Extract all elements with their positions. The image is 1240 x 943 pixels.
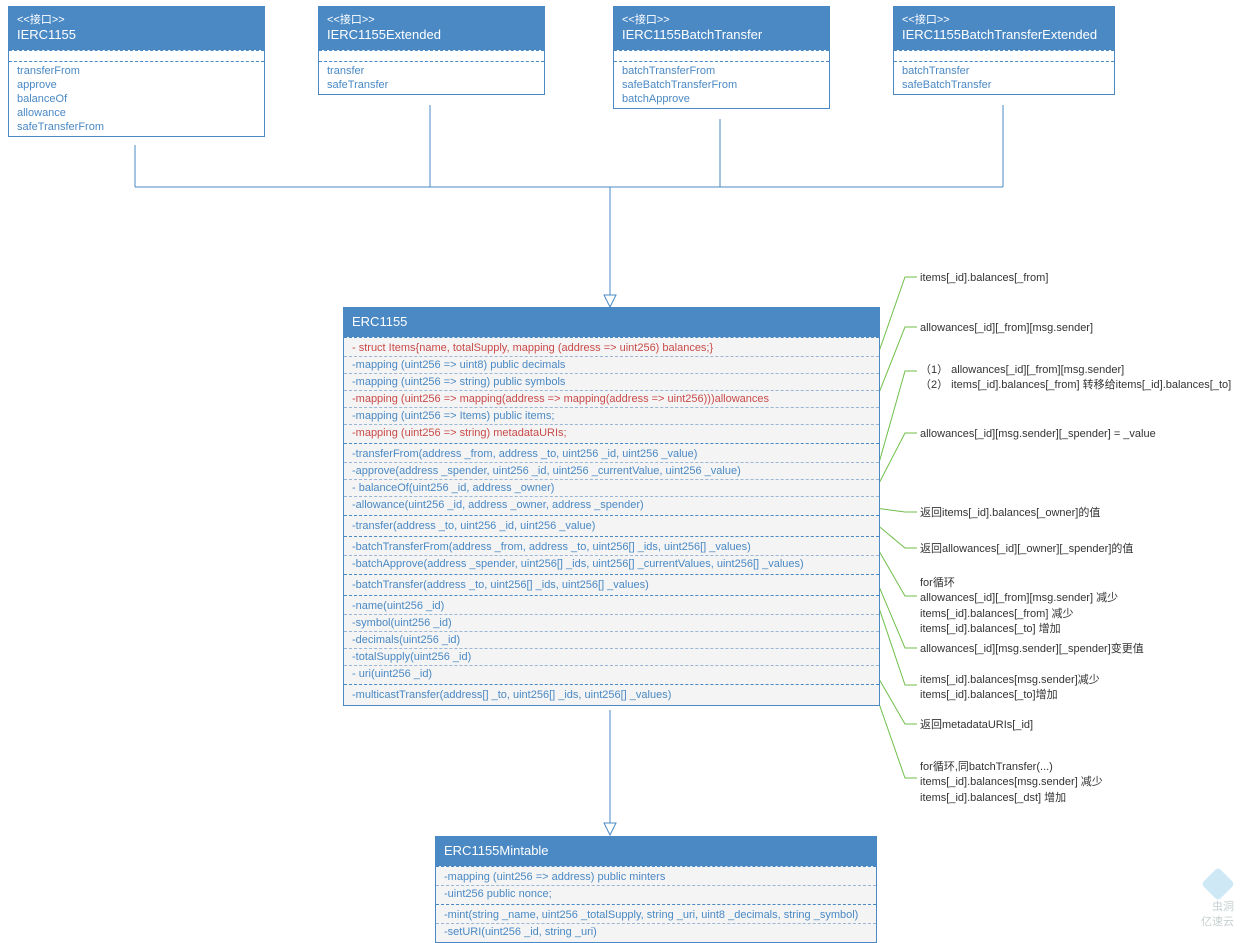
class-erc1155: ERC1155 - struct Items{name, totalSupply… bbox=[343, 307, 880, 706]
method: safeTransfer bbox=[319, 78, 544, 92]
annotation-line: 返回metadataURIs[_id] bbox=[920, 718, 1033, 733]
method: -decimals(uint256 _id) bbox=[344, 632, 879, 649]
field: -mapping (uint256 => mapping(address => … bbox=[344, 391, 879, 408]
method: batchTransfer bbox=[894, 64, 1114, 78]
annotation-line: items[_id].balances[_from] bbox=[920, 271, 1048, 286]
class-erc1155mintable: ERC1155Mintable -mapping (uint256 => add… bbox=[435, 836, 877, 943]
annotation-note: （1） allowances[_id][_from][msg.sender]（2… bbox=[920, 363, 1231, 394]
iface-ierc1155batchtransfer: <<接口>>IERC1155BatchTransfer batchTransfe… bbox=[613, 6, 830, 109]
iface-ierc1155: <<接口>>IERC1155 transferFrom approve bala… bbox=[8, 6, 265, 137]
annotation-line: allowances[_id][msg.sender][_spender]变更值 bbox=[920, 642, 1144, 657]
method: transfer bbox=[319, 64, 544, 78]
annotation-note: items[_id].balances[msg.sender]减少items[_… bbox=[920, 673, 1100, 704]
method: -transfer(address _to, uint256 _id, uint… bbox=[344, 518, 879, 534]
method: -name(uint256 _id) bbox=[344, 598, 879, 615]
method: safeBatchTransferFrom bbox=[614, 78, 829, 92]
method: -multicastTransfer(address[] _to, uint25… bbox=[344, 687, 879, 703]
annotation-line: allowances[_id][_from][msg.sender] bbox=[920, 321, 1093, 336]
annotation-line: items[_id].balances[_to]增加 bbox=[920, 688, 1100, 703]
class-name: IERC1155 bbox=[17, 27, 256, 44]
annotation-line: （2） items[_id].balances[_from] 转移给items[… bbox=[920, 378, 1231, 393]
method: - uri(uint256 _id) bbox=[344, 666, 879, 682]
method: -setURI(uint256 _id, string _uri) bbox=[436, 924, 876, 940]
annotation-note: allowances[_id][_from][msg.sender] bbox=[920, 321, 1093, 336]
annotation-line: 返回items[_id].balances[_owner]的值 bbox=[920, 506, 1100, 521]
method: batchApprove bbox=[614, 92, 829, 106]
method: batchTransferFrom bbox=[614, 64, 829, 78]
method: balanceOf bbox=[9, 92, 264, 106]
field: -mapping (uint256 => uint8) public decim… bbox=[344, 357, 879, 374]
annotation-note: 返回items[_id].balances[_owner]的值 bbox=[920, 506, 1100, 521]
method: -approve(address _spender, uint256 _id, … bbox=[344, 463, 879, 480]
annotation-line: items[_id].balances[msg.sender]减少 bbox=[920, 673, 1100, 688]
annotation-line: （1） allowances[_id][_from][msg.sender] bbox=[920, 363, 1231, 378]
watermark: 虫洞 亿速云 bbox=[1201, 872, 1234, 929]
annotation-note: 返回metadataURIs[_id] bbox=[920, 718, 1033, 733]
class-name: ERC1155 bbox=[352, 314, 871, 331]
field: - struct Items{name, totalSupply, mappin… bbox=[344, 340, 879, 357]
annotation-note: for循环,同batchTransfer(...)items[_id].bala… bbox=[920, 760, 1103, 806]
method: -totalSupply(uint256 _id) bbox=[344, 649, 879, 666]
field: -mapping (uint256 => address) public min… bbox=[436, 869, 876, 886]
annotation-note: for循环allowances[_id][_from][msg.sender] … bbox=[920, 576, 1118, 638]
annotation-line: items[_id].balances[msg.sender] 减少 bbox=[920, 775, 1103, 790]
annotation-line: 返回allowances[_id][_owner][_spender]的值 bbox=[920, 542, 1133, 557]
annotation-line: for循环 bbox=[920, 576, 1118, 591]
method: -batchTransferFrom(address _from, addres… bbox=[344, 539, 879, 556]
method: -batchApprove(address _spender, uint256[… bbox=[344, 556, 879, 572]
field-list: - struct Items{name, totalSupply, mappin… bbox=[344, 337, 879, 443]
method: -symbol(uint256 _id) bbox=[344, 615, 879, 632]
method-group: -transferFrom(address _from, address _to… bbox=[344, 443, 879, 515]
method: approve bbox=[9, 78, 264, 92]
method: -transferFrom(address _from, address _to… bbox=[344, 446, 879, 463]
annotation-note: allowances[_id][msg.sender][_spender]变更值 bbox=[920, 642, 1144, 657]
annotation-line: allowances[_id][msg.sender][_spender] = … bbox=[920, 427, 1156, 442]
annotation-line: items[_id].balances[_dst] 增加 bbox=[920, 791, 1103, 806]
annotation-note: items[_id].balances[_from] bbox=[920, 271, 1048, 286]
annotation-line: allowances[_id][_from][msg.sender] 减少 bbox=[920, 591, 1118, 606]
method: - balanceOf(uint256 _id, address _owner) bbox=[344, 480, 879, 497]
iface-ierc1155batchtransferextended: <<接口>>IERC1155BatchTransferExtended batc… bbox=[893, 6, 1115, 95]
method: safeTransferFrom bbox=[9, 120, 264, 134]
annotation-note: 返回allowances[_id][_owner][_spender]的值 bbox=[920, 542, 1133, 557]
annotation-line: items[_id].balances[_from] 减少 bbox=[920, 607, 1118, 622]
stereotype: <<接口>> bbox=[17, 13, 256, 27]
method: safeBatchTransfer bbox=[894, 78, 1114, 92]
method: transferFrom bbox=[9, 64, 264, 78]
method: allowance bbox=[9, 106, 264, 120]
method-list: transferFrom approve balanceOf allowance… bbox=[9, 61, 264, 136]
class-name: ERC1155Mintable bbox=[444, 843, 868, 860]
field: -uint256 public nonce; bbox=[436, 886, 876, 902]
annotation-line: items[_id].balances[_to] 增加 bbox=[920, 622, 1118, 637]
method: -batchTransfer(address _to, uint256[] _i… bbox=[344, 577, 879, 593]
annotation-line: for循环,同batchTransfer(...) bbox=[920, 760, 1103, 775]
field: -mapping (uint256 => string) public symb… bbox=[344, 374, 879, 391]
annotation-note: allowances[_id][msg.sender][_spender] = … bbox=[920, 427, 1156, 442]
method: -allowance(uint256 _id, address _owner, … bbox=[344, 497, 879, 513]
field: -mapping (uint256 => string) metadataURI… bbox=[344, 425, 879, 441]
iface-ierc1155extended: <<接口>>IERC1155Extended transfer safeTran… bbox=[318, 6, 545, 95]
method: -mint(string _name, uint256 _totalSupply… bbox=[436, 907, 876, 924]
field: -mapping (uint256 => Items) public items… bbox=[344, 408, 879, 425]
